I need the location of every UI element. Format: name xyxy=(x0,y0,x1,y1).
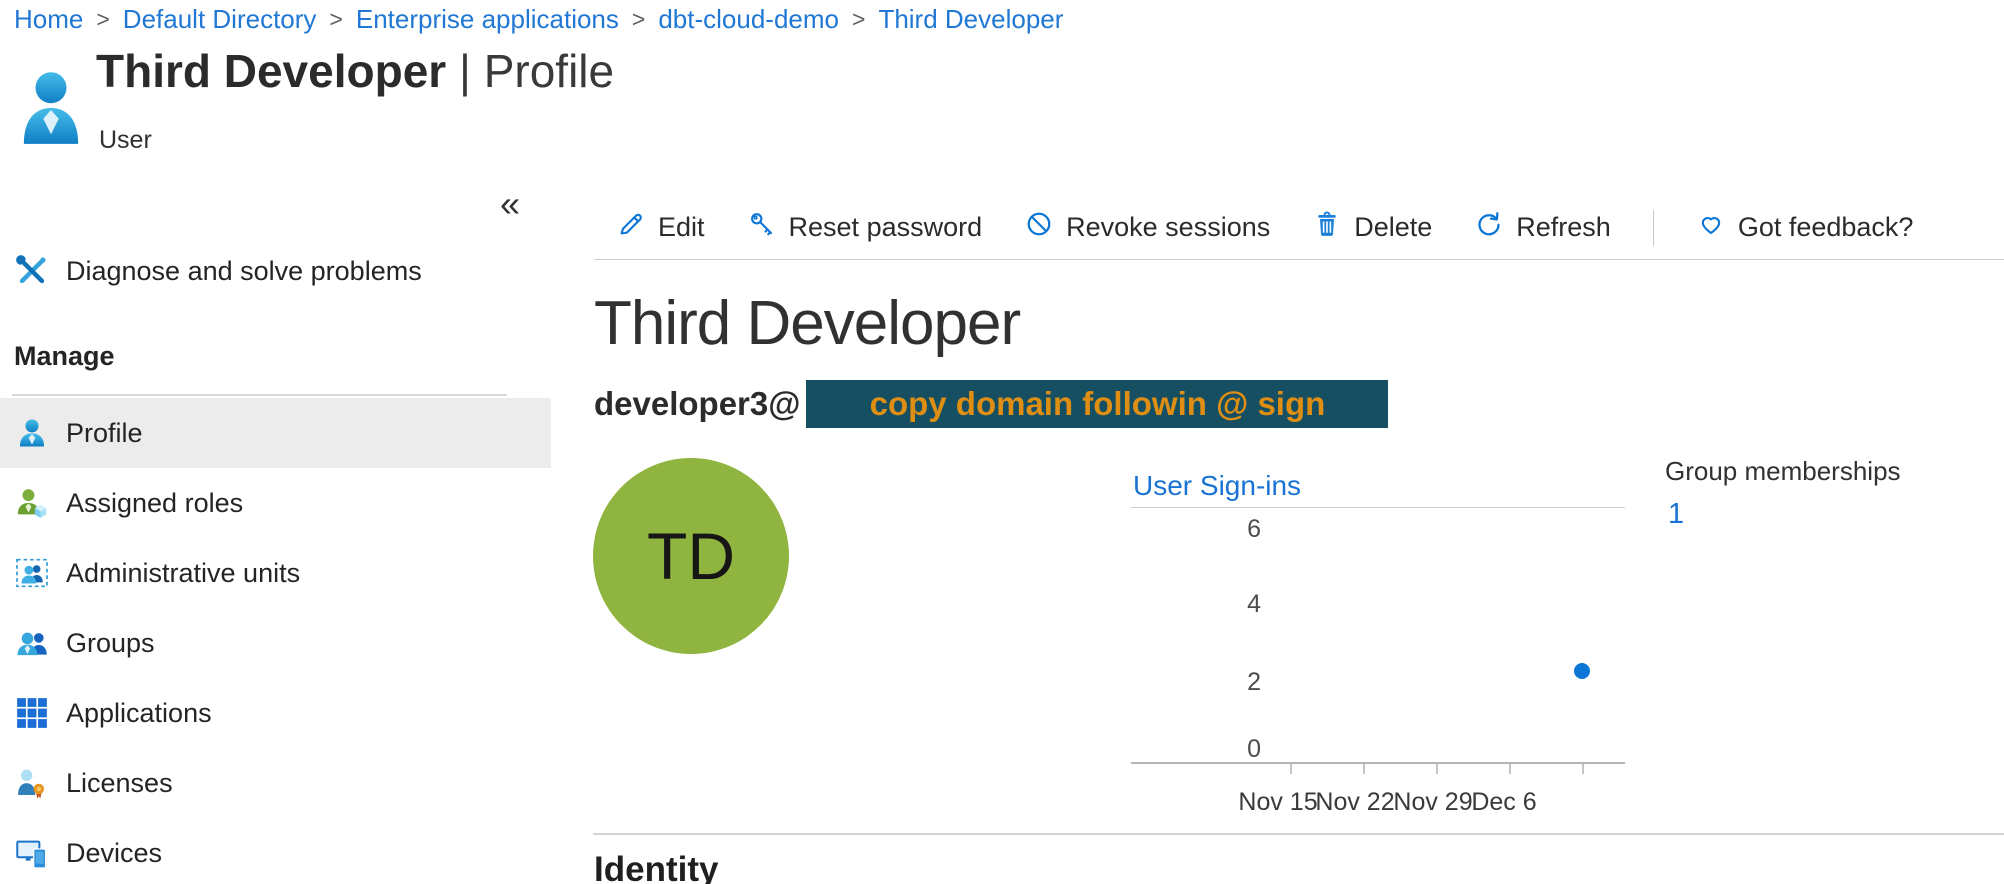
key-icon xyxy=(747,209,777,246)
edit-button[interactable]: Edit xyxy=(616,209,705,246)
group-memberships-label: Group memberships xyxy=(1665,456,1901,487)
toolbar-button-label: Reset password xyxy=(789,212,983,243)
revoke-sessions-button[interactable]: Revoke sessions xyxy=(1024,209,1270,246)
breadcrumb-separator: > xyxy=(83,6,122,33)
pencil-icon xyxy=(616,209,646,246)
groups-icon xyxy=(14,625,50,661)
toolbar-button-label: Refresh xyxy=(1516,212,1611,243)
breadcrumb-dbt-cloud-demo[interactable]: dbt-cloud-demo xyxy=(658,4,839,35)
breadcrumb-enterprise-applications[interactable]: Enterprise applications xyxy=(356,4,619,35)
redaction-overlay: copy domain followin @ sign xyxy=(806,380,1388,428)
user-avatar-icon xyxy=(20,70,82,153)
sidebar-item-profile[interactable]: Profile xyxy=(0,398,551,468)
user-principal-name: developer3@ copy domain followin @ sign xyxy=(594,379,1388,429)
user-display-name: Third Developer xyxy=(594,288,1020,359)
signin-data-point xyxy=(1574,663,1590,679)
toolbar-button-label: Delete xyxy=(1354,212,1432,243)
sidebar-item-label: Licenses xyxy=(66,768,173,799)
sidebar-item-licenses[interactable]: Licenses xyxy=(0,748,551,818)
page-title-name: Third Developer xyxy=(96,45,446,97)
breadcrumb-default-directory[interactable]: Default Directory xyxy=(123,4,317,35)
reset-password-button[interactable]: Reset password xyxy=(747,209,983,246)
email-prefix: developer3@ xyxy=(594,385,800,423)
section-divider xyxy=(593,833,2004,835)
sidebar-item-diagnose[interactable]: Diagnose and solve problems xyxy=(0,243,551,299)
avatar: TD xyxy=(593,458,789,654)
toolbar-button-label: Edit xyxy=(658,212,705,243)
toolbar-button-label: Revoke sessions xyxy=(1066,212,1270,243)
sidebar-item-label: Applications xyxy=(66,698,212,729)
apps-grid-icon xyxy=(14,695,50,731)
devices-icon xyxy=(14,835,50,871)
trash-icon xyxy=(1312,209,1342,246)
block-icon xyxy=(1024,209,1054,246)
group-memberships-link[interactable]: 1 xyxy=(1668,498,1684,531)
heart-icon xyxy=(1696,209,1726,246)
command-bar: Edit Reset password Revoke xyxy=(594,196,2004,260)
sidebar-item-label: Devices xyxy=(66,838,162,869)
breadcrumb-separator: > xyxy=(316,6,355,33)
got-feedback-button[interactable]: Got feedback? xyxy=(1696,209,1914,246)
refresh-button[interactable]: Refresh xyxy=(1474,209,1611,246)
page-title: Third Developer | Profile xyxy=(96,44,614,98)
person-icon xyxy=(14,415,50,451)
user-signins-chart: User Sign-ins 6 4 2 0 Nov 15 Nov 22 Nov … xyxy=(1131,470,1625,840)
breadcrumb-separator: > xyxy=(619,6,658,33)
sidebar-section-manage: Manage xyxy=(14,341,115,372)
breadcrumb-home[interactable]: Home xyxy=(14,4,83,35)
sidebar-item-label: Administrative units xyxy=(66,558,300,589)
breadcrumb-third-developer[interactable]: Third Developer xyxy=(878,4,1063,35)
sidebar-divider xyxy=(12,394,507,396)
identity-section-heading: Identity xyxy=(594,850,718,884)
sidebar-item-devices[interactable]: Devices xyxy=(0,818,551,884)
delete-button[interactable]: Delete xyxy=(1312,209,1432,246)
wrench-screwdriver-icon xyxy=(14,253,50,289)
toolbar-divider xyxy=(1653,210,1654,246)
sidebar-item-applications[interactable]: Applications xyxy=(0,678,551,748)
assigned-roles-icon xyxy=(14,485,50,521)
sidebar-item-administrative-units[interactable]: Administrative units xyxy=(0,538,551,608)
sidebar-menu: Profile Assigned roles xyxy=(0,398,551,884)
toolbar-button-label: Got feedback? xyxy=(1738,212,1914,243)
sidebar-item-label: Assigned roles xyxy=(66,488,243,519)
licenses-icon xyxy=(14,765,50,801)
user-signins-plot xyxy=(1131,470,1625,840)
page-title-section: | Profile xyxy=(459,45,614,97)
sidebar-item-assigned-roles[interactable]: Assigned roles xyxy=(0,468,551,538)
sidebar-collapse-button[interactable]: « xyxy=(500,186,520,222)
page-subtitle: User xyxy=(99,126,152,155)
refresh-icon xyxy=(1474,209,1504,246)
admin-units-icon xyxy=(14,555,50,591)
sidebar-item-groups[interactable]: Groups xyxy=(0,608,551,678)
sidebar-item-label: Diagnose and solve problems xyxy=(66,256,422,287)
breadcrumb: Home > Default Directory > Enterprise ap… xyxy=(14,4,1063,35)
breadcrumb-separator: > xyxy=(839,6,878,33)
sidebar-item-label: Profile xyxy=(66,418,143,449)
azure-user-profile-page: Home > Default Directory > Enterprise ap… xyxy=(0,0,2004,884)
sidebar-item-label: Groups xyxy=(66,628,155,659)
